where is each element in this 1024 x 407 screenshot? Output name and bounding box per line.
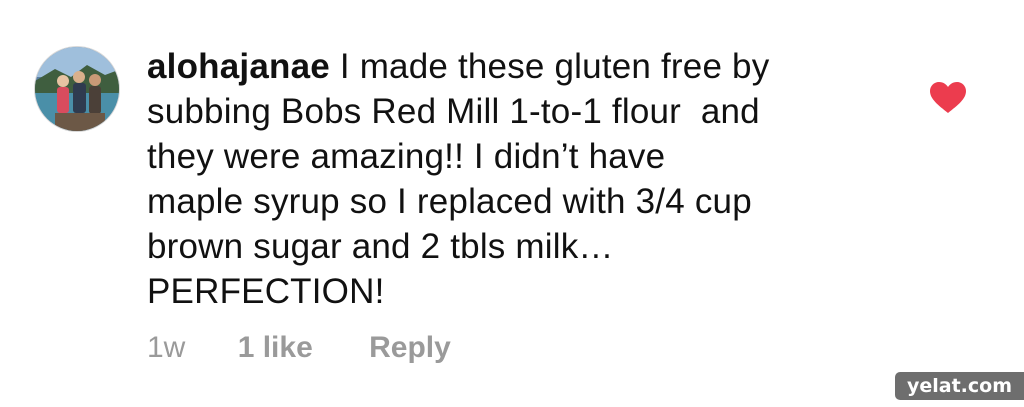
comment-line-1: alohajanae I made these gluten free by [147, 44, 907, 89]
comment-body: alohajanae I made these gluten free by s… [147, 44, 907, 314]
watermark: yelat.com [894, 372, 1024, 400]
reply-button[interactable]: Reply [369, 328, 451, 368]
comment-line-4: maple syrup so I replaced with 3/4 cup [147, 182, 752, 221]
likes-count-link[interactable]: 1 like [238, 328, 313, 368]
comment-line-5: brown sugar and 2 tbls milk… [147, 227, 614, 266]
comment-username[interactable]: alohajanae [147, 47, 330, 86]
comment-text: I made these gluten free by [329, 47, 770, 86]
comment-timestamp: 1w [147, 331, 186, 364]
heart-icon[interactable] [930, 82, 966, 114]
comment-line-2: subbing Bobs Red Mill 1-to-1 flour and [147, 92, 760, 131]
comment-line-3: they were amazing!! I didn’t have [147, 137, 666, 176]
comment-line-6: PERFECTION! [147, 272, 385, 311]
comment-meta: 1w 1 like Reply [147, 328, 451, 368]
avatar[interactable] [34, 46, 120, 132]
avatar-photo [35, 47, 119, 131]
